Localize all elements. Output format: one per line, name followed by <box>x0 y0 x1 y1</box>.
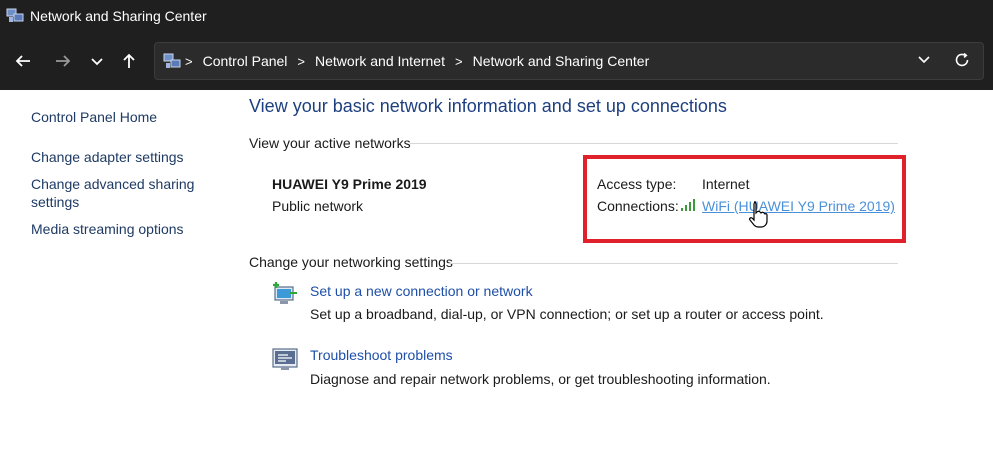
refresh-icon[interactable] <box>953 51 971 74</box>
network-name: HUAWEI Y9 Prime 2019 <box>272 176 427 192</box>
section-divider <box>448 263 898 264</box>
back-arrow-icon[interactable] <box>12 50 34 72</box>
set-up-connection-description: Set up a broadband, dial-up, or VPN conn… <box>310 306 824 322</box>
control-panel-icon <box>163 53 181 68</box>
breadcrumb-network-and-internet[interactable]: Network and Internet <box>315 53 445 69</box>
troubleshoot-icon <box>272 348 298 370</box>
section-divider <box>410 143 898 144</box>
title-bar: Network and Sharing Center <box>0 0 993 32</box>
set-up-connection-link[interactable]: Set up a new connection or network <box>310 283 533 299</box>
forward-arrow-icon[interactable] <box>52 50 74 72</box>
breadcrumb-control-panel[interactable]: Control Panel <box>203 53 288 69</box>
troubleshoot-problems-description: Diagnose and repair network problems, or… <box>310 371 771 387</box>
recent-locations-chevron-icon[interactable] <box>86 50 108 72</box>
change-settings-label: Change your networking settings <box>249 254 453 270</box>
breadcrumb: > Control Panel > Network and Internet > Netw… <box>185 53 649 69</box>
media-streaming-options-link[interactable]: Media streaming options <box>31 220 211 238</box>
breadcrumb-separator[interactable]: > <box>185 54 193 69</box>
breadcrumb-separator[interactable]: > <box>297 54 305 69</box>
control-panel-home-link[interactable]: Control Panel Home <box>31 108 211 126</box>
left-task-pane: Control Panel Home Change adapter settin… <box>0 90 240 469</box>
address-toolbar: > Control Panel > Network and Internet > Netw… <box>0 32 993 90</box>
network-category-link[interactable]: Public network <box>272 198 363 214</box>
address-dropdown-chevron-icon[interactable] <box>917 52 931 69</box>
troubleshoot-problems-link[interactable]: Troubleshoot problems <box>310 347 453 363</box>
highlight-box <box>583 155 906 243</box>
window-title: Network and Sharing Center <box>30 8 207 24</box>
up-arrow-icon[interactable] <box>118 50 140 72</box>
new-connection-icon <box>273 282 297 304</box>
active-networks-label: View your active networks <box>249 135 411 151</box>
page-title: View your basic network information and … <box>249 96 727 116</box>
hand-pointer-cursor-icon <box>749 201 768 228</box>
address-bar[interactable]: > Control Panel > Network and Internet > Netw… <box>154 42 984 80</box>
change-adapter-settings-link[interactable]: Change adapter settings <box>31 148 211 166</box>
network-center-icon <box>6 8 24 22</box>
breadcrumb-network-and-sharing-center[interactable]: Network and Sharing Center <box>473 53 650 69</box>
change-advanced-sharing-settings-link[interactable]: Change advanced sharing settings <box>31 175 201 211</box>
breadcrumb-separator[interactable]: > <box>455 54 463 69</box>
